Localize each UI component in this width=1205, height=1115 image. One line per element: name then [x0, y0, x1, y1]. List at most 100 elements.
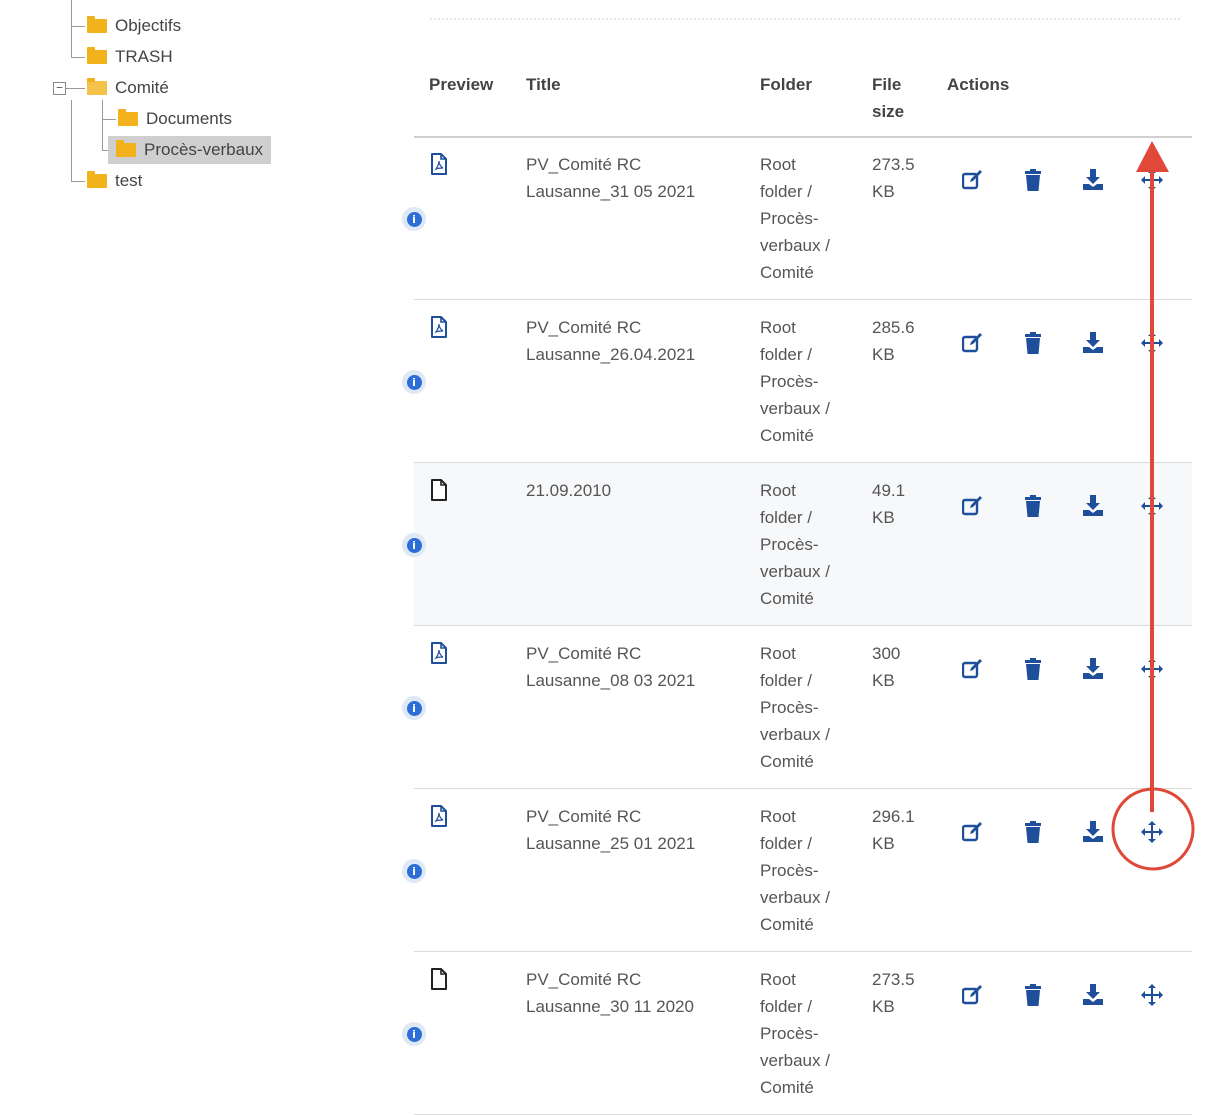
- file-title-line: Lausanne_25 01 2021: [526, 834, 696, 853]
- download-icon[interactable]: [1080, 493, 1106, 519]
- tree-item-label: test: [115, 171, 143, 190]
- tree-item-label: TRASH: [115, 47, 173, 66]
- file-title[interactable]: PV_Comité RC Lausanne_30 11 2020: [526, 966, 746, 1020]
- download-icon[interactable]: [1080, 167, 1106, 193]
- folder-icon: [116, 140, 136, 157]
- tree-item-trash[interactable]: TRASH: [87, 43, 173, 71]
- file-title-line: Lausanne_08 03 2021: [526, 671, 696, 690]
- tree-item-proces-verbaux[interactable]: Procès-verbaux: [108, 136, 272, 164]
- folder-path-line: Root: [760, 155, 796, 174]
- folder-path-line: verbaux /: [760, 399, 830, 418]
- info-icon[interactable]: i: [402, 207, 426, 231]
- folder-path-line: verbaux /: [760, 562, 830, 581]
- file-size: 296.1 KB: [872, 803, 932, 857]
- file-title[interactable]: PV_Comité RC Lausanne_25 01 2021: [526, 803, 746, 857]
- tree-item-test[interactable]: test: [87, 167, 142, 195]
- info-icon[interactable]: i: [402, 1022, 426, 1046]
- move-icon[interactable]: [1139, 656, 1165, 682]
- folder-path-line: Root: [760, 644, 796, 663]
- trash-icon[interactable]: [1020, 982, 1046, 1008]
- edit-icon[interactable]: [960, 493, 986, 519]
- tree-item-label: Comité: [115, 78, 169, 97]
- pdf-file-icon[interactable]: [430, 805, 448, 832]
- info-icon[interactable]: i: [402, 370, 426, 394]
- tree-item-label: Objectifs: [115, 16, 182, 35]
- file-title-line: 21.09.2010: [526, 481, 612, 500]
- table-row[interactable]: i PV_Comité RC Lausanne_30 11 2020 Root fold…: [402, 952, 1192, 1115]
- file-title-line: PV_Comité RC: [526, 155, 642, 174]
- folder-path-line: Comité: [760, 589, 814, 608]
- edit-icon[interactable]: [960, 819, 986, 845]
- info-symbol: i: [406, 863, 422, 879]
- table-row[interactable]: i PV_Comité RC Lausanne_08 03 2021 Root fold…: [402, 626, 1192, 789]
- info-icon[interactable]: i: [402, 533, 426, 557]
- trash-icon[interactable]: [1020, 167, 1046, 193]
- folder-path-line: verbaux /: [760, 725, 830, 744]
- pdf-file-icon[interactable]: [430, 153, 448, 180]
- file-size: 273.5 KB: [872, 151, 932, 205]
- file-size: 273.5 KB: [872, 966, 932, 1020]
- folder-path-line: Procès-: [760, 372, 819, 391]
- collapse-toggle[interactable]: −: [53, 82, 66, 95]
- header-file-size-line: File: [872, 75, 902, 94]
- download-icon[interactable]: [1080, 982, 1106, 1008]
- move-icon[interactable]: [1139, 330, 1165, 356]
- file-size-unit: KB: [872, 508, 895, 527]
- folder-path-line: Root: [760, 970, 796, 989]
- file-size-unit: KB: [872, 345, 895, 364]
- move-icon[interactable]: [1139, 493, 1165, 519]
- table-row[interactable]: i PV_Comité RC Lausanne_31 05 2021 Root fold…: [402, 137, 1192, 300]
- file-title-line: Lausanne_30 11 2020: [526, 997, 694, 1016]
- edit-icon[interactable]: [960, 656, 986, 682]
- trash-icon[interactable]: [1020, 330, 1046, 356]
- file-title[interactable]: PV_Comité RC Lausanne_08 03 2021: [526, 640, 746, 694]
- edit-icon[interactable]: [960, 330, 986, 356]
- trash-icon[interactable]: [1020, 493, 1046, 519]
- folder-path-line: folder /: [760, 182, 812, 201]
- edit-icon[interactable]: [960, 167, 986, 193]
- folder-path-line: folder /: [760, 508, 812, 527]
- info-symbol: i: [406, 211, 422, 227]
- pdf-file-icon[interactable]: [430, 642, 448, 669]
- file-title[interactable]: PV_Comité RC Lausanne_31 05 2021: [526, 151, 746, 205]
- file-title-line: PV_Comité RC: [526, 970, 642, 989]
- trash-icon[interactable]: [1020, 656, 1046, 682]
- header-title[interactable]: Title: [526, 71, 561, 98]
- tree-item-objectifs[interactable]: Objectifs: [87, 12, 181, 40]
- tree-item-comite[interactable]: Comité: [87, 74, 169, 102]
- download-icon[interactable]: [1080, 819, 1106, 845]
- folder-path-line: verbaux /: [760, 888, 830, 907]
- header-preview[interactable]: Preview: [429, 71, 493, 98]
- file-icon[interactable]: [430, 968, 448, 995]
- file-folder-path: Root folder / Procès-verbaux / Comité: [760, 640, 860, 775]
- pdf-file-icon[interactable]: [430, 316, 448, 343]
- info-icon[interactable]: i: [402, 696, 426, 720]
- open-folder-icon: [87, 78, 107, 95]
- trash-icon[interactable]: [1020, 819, 1046, 845]
- move-icon[interactable]: [1139, 982, 1165, 1008]
- download-icon[interactable]: [1080, 330, 1106, 356]
- file-size-value: 273.5: [872, 970, 915, 989]
- table-row[interactable]: i 21.09.2010 Root folder / Procès-verbaux / C…: [402, 463, 1192, 626]
- folder-path-line: folder /: [760, 997, 812, 1016]
- file-folder-path: Root folder / Procès-verbaux / Comité: [760, 314, 860, 449]
- tree-item-documents[interactable]: Documents: [118, 105, 232, 133]
- header-file-size[interactable]: File size: [872, 71, 904, 125]
- move-icon[interactable]: [1139, 167, 1165, 193]
- header-file-size-line: size: [872, 102, 905, 121]
- file-icon[interactable]: [430, 479, 448, 506]
- info-symbol: i: [406, 700, 422, 716]
- table-row[interactable]: i PV_Comité RC Lausanne_25 01 2021 Root fold…: [402, 789, 1192, 952]
- info-icon[interactable]: i: [402, 859, 426, 883]
- file-title[interactable]: PV_Comité RC Lausanne_26.04.2021: [526, 314, 746, 368]
- folder-path-line: Procès-: [760, 535, 819, 554]
- download-icon[interactable]: [1080, 656, 1106, 682]
- header-folder[interactable]: Folder: [760, 71, 812, 98]
- file-title[interactable]: 21.09.2010: [526, 477, 746, 504]
- file-title-line: PV_Comité RC: [526, 318, 642, 337]
- edit-icon[interactable]: [960, 982, 986, 1008]
- file-size-unit: KB: [872, 671, 895, 690]
- file-size-unit: KB: [872, 997, 895, 1016]
- table-row[interactable]: i PV_Comité RC Lausanne_26.04.2021 Root fold…: [402, 300, 1192, 463]
- move-icon[interactable]: [1139, 819, 1165, 845]
